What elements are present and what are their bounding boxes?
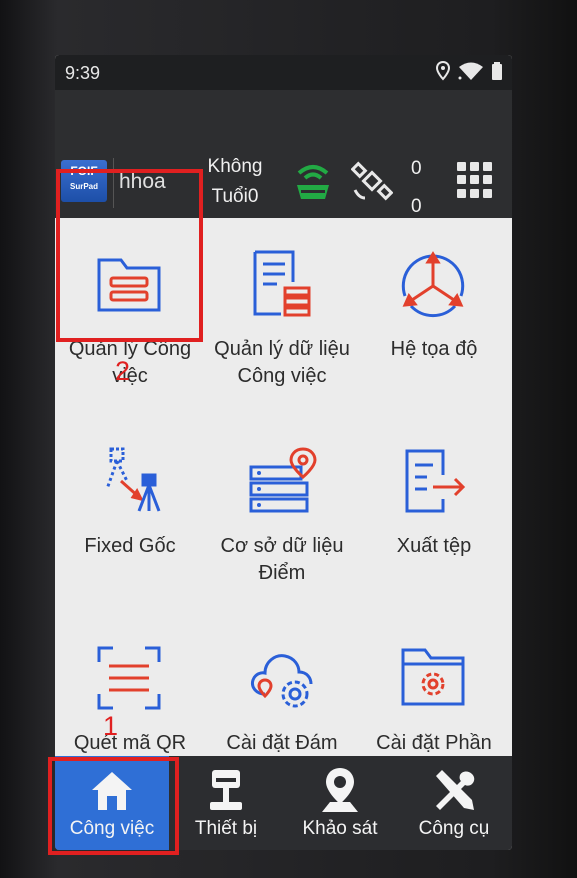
tile-label: Xuất tệp <box>396 535 472 557</box>
step-number-2: 2 <box>115 356 131 386</box>
folder-gear-icon <box>401 648 465 706</box>
highlight-box-step-1 <box>48 757 179 855</box>
tile-fixed-base[interactable]: Fixed Gốc <box>55 415 205 605</box>
tile-export-file[interactable]: Xuất tệp <box>359 415 509 605</box>
nav-tab-survey[interactable]: Khảo sát <box>283 756 397 850</box>
location-icon <box>436 61 450 81</box>
nav-tab-label: Khảo sát <box>302 818 378 839</box>
coordinate-axes-icon <box>401 251 465 318</box>
export-file-icon <box>405 449 466 513</box>
tile-label: Hệ tọa độ <box>390 338 478 360</box>
tools-icon <box>436 770 475 810</box>
tile-label: Cơ sở dữ liệu Điểm <box>220 535 344 584</box>
nav-tab-label: Thiết bị <box>194 818 258 839</box>
tile-point-database[interactable]: Cơ sở dữ liệu Điểm <box>207 415 357 605</box>
status-icons <box>436 61 502 81</box>
nav-tab-label: Công cụ <box>418 818 490 839</box>
map-pin-icon <box>322 768 358 812</box>
satellite-counts: 0 0 <box>411 150 422 226</box>
battery-icon <box>492 62 502 80</box>
satellite-count-top: 0 <box>411 158 422 179</box>
qr-scan-icon <box>97 646 161 710</box>
solution-status[interactable]: Không Tuổi0 <box>205 152 265 212</box>
server-pin-icon <box>249 447 317 513</box>
nav-tab-device[interactable]: Thiết bị <box>169 756 283 850</box>
nav-tab-tools[interactable]: Công cụ <box>397 756 511 850</box>
tile-label: Quản lý dữ liệu Công việc <box>214 338 350 387</box>
tile-job-data-management[interactable]: Quản lý dữ liệu Công việc <box>207 218 357 408</box>
gnss-receiver-icon <box>210 770 242 810</box>
tile-label: Quét mã QR <box>73 732 187 754</box>
cloud-settings-icon <box>251 654 313 708</box>
tile-coordinate-system[interactable]: Hệ tọa độ <box>359 218 509 408</box>
tile-label: Fixed Gốc <box>84 535 176 557</box>
highlight-box-step-2 <box>56 169 203 342</box>
satellite-icon[interactable] <box>350 160 394 207</box>
solution-status-line1: Không <box>207 156 263 177</box>
app-screen: 9:39 FOIF SurPad hhoa Không Tuổi0 0 0 Qu… <box>55 55 512 850</box>
device-frame: 9:39 FOIF SurPad hhoa Không Tuổi0 0 0 Qu… <box>0 0 577 878</box>
solution-status-line2: Tuổi0 <box>211 186 259 207</box>
wifi-icon <box>458 62 483 80</box>
status-bar: 9:39 <box>55 55 512 90</box>
document-database-icon <box>253 250 311 317</box>
satellite-tripod-icon <box>105 447 161 512</box>
status-time: 9:39 <box>65 63 101 83</box>
step-number-1: 1 <box>103 711 119 741</box>
apps-grid-icon[interactable] <box>457 162 493 198</box>
gnss-receiver-status-icon[interactable] <box>291 163 335 208</box>
